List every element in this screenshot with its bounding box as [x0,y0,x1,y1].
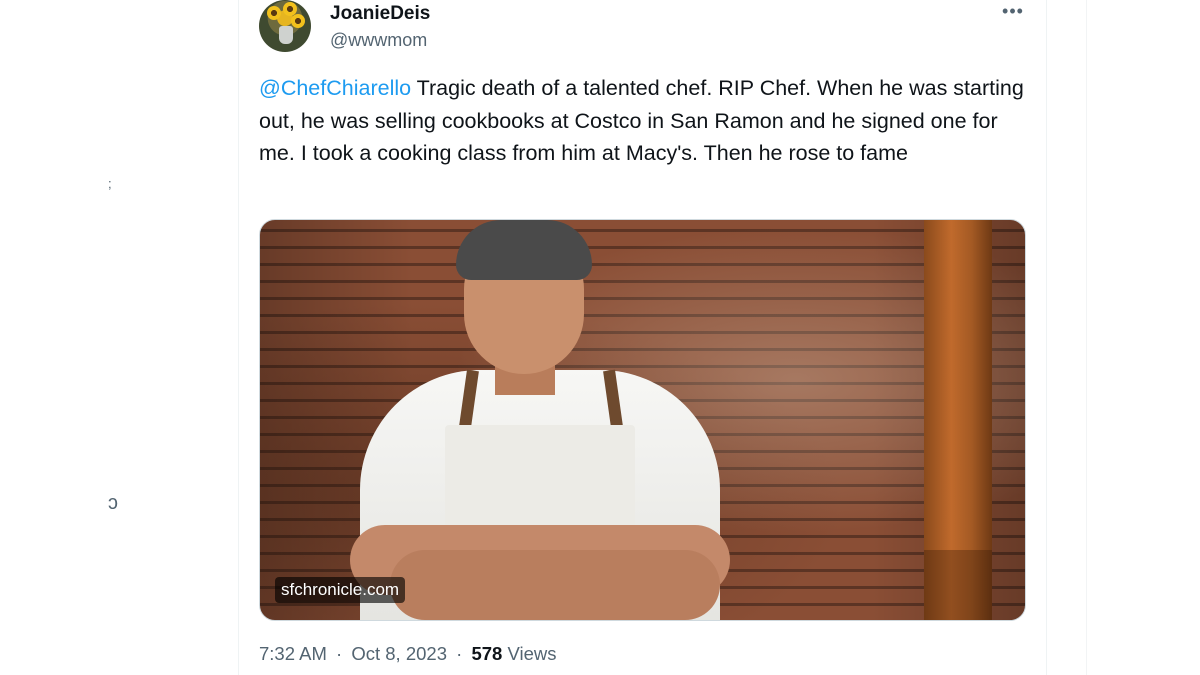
tweet-time[interactable]: 7:32 AM [259,643,327,664]
tweet: JoanieDeis @wwwmom ••• @ChefChiarello Tr… [239,0,1046,675]
sunflower-graphic [291,14,305,28]
author-display-name[interactable]: JoanieDeis [330,3,430,25]
tweet-meta: 7:32 AM · Oct 8, 2023 · 578 Views [259,643,556,665]
tweet-date[interactable]: Oct 8, 2023 [351,643,447,664]
tweet-media-card[interactable]: sfchronicle.com [259,219,1026,621]
sidebar-divider [1086,0,1087,675]
wooden-beam-shadow [924,550,992,620]
cut-off-text-fragment: ↄ [108,492,118,514]
author-handle[interactable]: @wwwmom [330,30,427,51]
vase-graphic [279,26,293,44]
more-options-button[interactable]: ••• [999,0,1027,24]
crossed-arm [390,550,720,620]
more-horizontal-icon: ••• [1002,1,1024,21]
chef-hair [456,220,592,280]
tweet-text: @ChefChiarello Tragic death of a talente… [259,72,1029,170]
column-divider-right [1046,0,1047,675]
chef-photo-subject [340,220,740,620]
avatar[interactable] [259,0,311,52]
views-label: Views [507,643,557,664]
meta-separator: · [336,643,343,664]
cut-off-text-fragment: ; [108,176,112,191]
sunflower-graphic [267,6,281,20]
mention-link[interactable]: @ChefChiarello [259,76,411,100]
media-source-label[interactable]: sfchronicle.com [275,577,406,603]
page: ; ↄ JoanieDeis @wwwmom ••• @ChefChiarell… [0,0,1200,675]
meta-separator: · [456,643,463,664]
views-count[interactable]: 578 [471,643,502,664]
